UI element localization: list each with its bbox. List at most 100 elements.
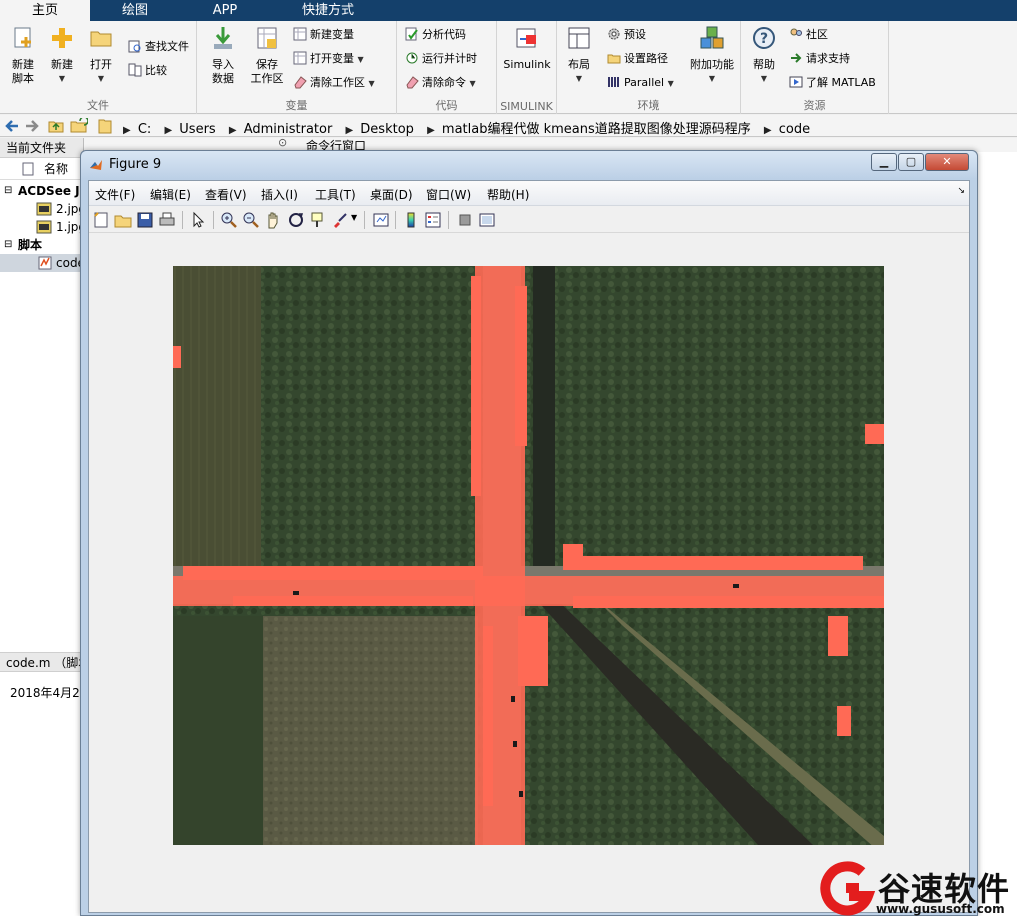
help-button[interactable]: ? 帮助 ▼ xyxy=(747,25,781,86)
brush-icon[interactable] xyxy=(331,211,349,229)
file-group-label: 文件 xyxy=(87,99,109,112)
pan-hand-icon[interactable] xyxy=(265,211,283,229)
command-window-area[interactable] xyxy=(975,152,1017,916)
menu-insert[interactable]: 插入(I) xyxy=(261,186,298,203)
open-file-icon[interactable] xyxy=(114,211,132,229)
figure-titlebar[interactable]: Figure 9 ▁ ▢ ✕ xyxy=(81,151,977,179)
close-button[interactable]: ✕ xyxy=(925,153,969,171)
set-path-button[interactable]: 设置路径 xyxy=(607,49,668,69)
figure-menubar: 文件(F) 编辑(E) 查看(V) 插入(I) 工具(T) 桌面(D) 窗口(W… xyxy=(89,181,969,206)
clear-workspace-button[interactable]: 清除工作区 ▼ xyxy=(293,73,375,93)
menu-edit[interactable]: 编辑(E) xyxy=(150,186,191,203)
simulink-group: Simulink SIMULINK xyxy=(497,21,557,114)
layout-button[interactable]: 布局 ▼ xyxy=(563,25,595,86)
breadcrumb[interactable]: ▶ C: ▶ Users ▶ Administrator ▶ Desktop ▶… xyxy=(117,118,813,137)
menu-window[interactable]: 窗口(W) xyxy=(426,186,471,203)
data-cursor-icon[interactable] xyxy=(309,211,327,229)
dark-field-area xyxy=(173,616,263,845)
layout-icon xyxy=(568,27,590,49)
menu-desktop[interactable]: 桌面(D) xyxy=(370,186,413,203)
menu-tools[interactable]: 工具(T) xyxy=(315,186,356,203)
figure-title: Figure 9 xyxy=(109,157,162,172)
road-extraction-image[interactable] xyxy=(173,266,884,845)
marsh-area xyxy=(263,616,478,845)
tab-plots[interactable]: 绘图 xyxy=(90,0,180,21)
tab-apps[interactable]: APP xyxy=(180,0,270,21)
tree-folder-row[interactable]: ⊟ 脚本 xyxy=(0,236,83,254)
tab-home[interactable]: 主页 xyxy=(0,0,90,21)
breadcrumb-item[interactable]: code xyxy=(779,122,810,137)
back-arrow-icon[interactable] xyxy=(4,119,20,133)
dock-arrow-icon[interactable]: ↘ xyxy=(957,186,965,196)
file-row[interactable]: 1.jpg xyxy=(0,218,86,236)
name-column-header[interactable]: 名称 xyxy=(0,158,83,180)
file-row[interactable]: 2.jpg xyxy=(0,200,86,218)
parallel-button[interactable]: Parallel ▼ xyxy=(607,73,674,93)
maximize-button[interactable]: ▢ xyxy=(898,153,924,171)
colorbar-icon[interactable] xyxy=(402,211,420,229)
breadcrumb-item[interactable]: Users xyxy=(179,122,215,137)
open-variable-icon xyxy=(293,51,307,65)
chevron-down-icon[interactable]: ▼ xyxy=(351,213,357,222)
up-folder-icon[interactable] xyxy=(48,118,64,134)
breadcrumb-item[interactable]: Desktop xyxy=(360,122,414,137)
menu-file[interactable]: 文件(F) xyxy=(95,186,135,203)
zoom-in-icon[interactable] xyxy=(220,211,238,229)
open-variable-button[interactable]: 打开变量 ▼ xyxy=(293,49,364,69)
simulink-button[interactable]: Simulink xyxy=(502,25,552,72)
new-button[interactable]: 新建 ▼ xyxy=(46,25,78,86)
analyze-code-label: 分析代码 xyxy=(422,28,466,41)
find-files-button[interactable]: 查找文件 xyxy=(128,37,189,57)
legend-icon[interactable] xyxy=(424,211,442,229)
minimize-button[interactable]: ▁ xyxy=(871,153,897,171)
analyze-code-button[interactable]: 分析代码 xyxy=(405,25,466,45)
run-and-time-button[interactable]: 运行并计时 xyxy=(405,49,477,69)
open-variable-label: 打开变量 xyxy=(310,52,354,65)
breadcrumb-separator: ▶ xyxy=(123,125,131,136)
new-figure-icon[interactable] xyxy=(92,211,110,229)
file-row-selected[interactable]: code.m xyxy=(0,254,100,272)
tab-shortcuts[interactable]: 快捷方式 xyxy=(270,0,386,21)
collapse-box-icon[interactable]: ⊟ xyxy=(4,182,12,200)
print-icon[interactable] xyxy=(158,211,176,229)
open-button[interactable]: 打开 ▼ xyxy=(84,25,118,86)
menu-view[interactable]: 查看(V) xyxy=(205,186,247,203)
eraser-icon xyxy=(406,76,419,89)
hide-plot-tools-icon[interactable] xyxy=(456,211,474,229)
clear-commands-label: 清除命令 xyxy=(422,76,466,89)
request-support-button[interactable]: 请求支持 xyxy=(789,49,850,69)
preferences-label: 预设 xyxy=(624,28,646,41)
find-files-icon xyxy=(128,40,141,53)
new-variable-button[interactable]: 新建变量 xyxy=(293,25,354,45)
breadcrumb-item[interactable]: matlab编程代做 kmeans道路提取图像处理源码程序 xyxy=(442,122,751,137)
menu-help[interactable]: 帮助(H) xyxy=(487,186,529,203)
preferences-button[interactable]: 预设 xyxy=(607,25,646,45)
community-button[interactable]: 社区 xyxy=(789,25,828,45)
browse-folder-icon[interactable] xyxy=(70,118,88,134)
compare-button[interactable]: 比较 xyxy=(128,61,167,81)
breadcrumb-separator: ▶ xyxy=(228,125,237,136)
new-script-label-2: 脚本 xyxy=(12,72,34,85)
save-icon[interactable] xyxy=(136,211,154,229)
learn-matlab-button[interactable]: 了解 MATLAB xyxy=(789,73,876,93)
new-script-button[interactable]: 新建 脚本 xyxy=(6,25,40,86)
chevron-down-icon: ▼ xyxy=(97,74,105,83)
rotate-3d-icon[interactable] xyxy=(287,211,305,229)
forward-arrow-icon[interactable] xyxy=(24,119,40,133)
figure-toolbar: ▼ xyxy=(89,207,969,233)
import-data-button[interactable]: 导入 数据 xyxy=(205,25,241,86)
tree-folder-row[interactable]: ⊟ ACDSee JP xyxy=(0,182,88,200)
show-plot-tools-icon[interactable] xyxy=(478,211,496,229)
canal-north xyxy=(533,266,555,566)
collapse-box-icon[interactable]: ⊟ xyxy=(4,236,12,254)
clear-commands-button[interactable]: 清除命令 ▼ xyxy=(405,73,476,93)
addons-cubes-icon xyxy=(700,26,724,49)
zoom-out-icon[interactable] xyxy=(242,211,260,229)
collapse-icon[interactable]: ⊙ xyxy=(278,136,287,149)
link-plot-icon[interactable] xyxy=(372,211,390,229)
breadcrumb-item[interactable]: C: xyxy=(138,122,151,137)
save-workspace-button[interactable]: 保存 工作区 xyxy=(247,25,287,86)
breadcrumb-item[interactable]: Administrator xyxy=(244,122,333,137)
addons-button[interactable]: 附加功能 ▼ xyxy=(685,25,739,86)
pointer-arrow-icon[interactable] xyxy=(189,211,207,229)
